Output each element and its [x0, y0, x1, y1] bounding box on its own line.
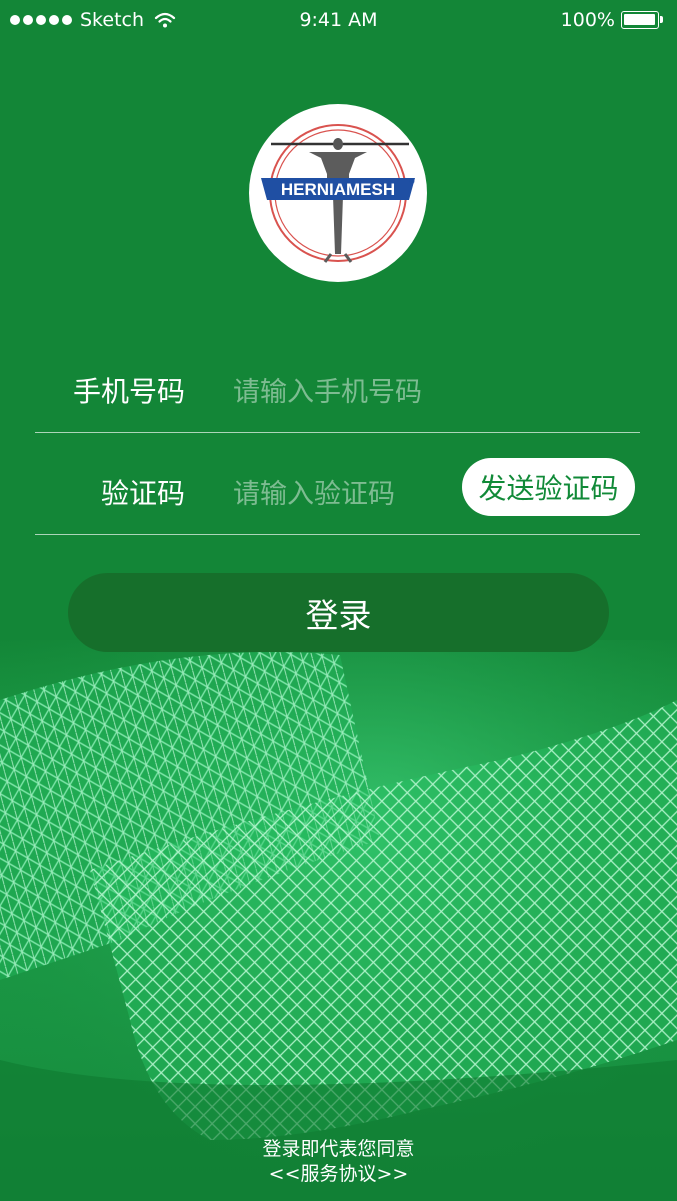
phone-row: 手机号码 [35, 332, 640, 433]
login-button[interactable]: 登录 [68, 573, 609, 652]
battery-fill [624, 14, 655, 25]
status-bar: Sketch 9:41 AM 100% [0, 0, 677, 40]
code-label: 验证码 [100, 477, 185, 510]
service-agreement-link[interactable]: <<服务协议>> [0, 1159, 677, 1186]
logo-registered-mark: ® [409, 178, 415, 186]
code-row: 验证码 发送验证码 [35, 434, 640, 535]
code-input[interactable] [233, 474, 473, 514]
phone-input[interactable] [233, 372, 473, 412]
status-right: 100% [561, 9, 663, 31]
mesh-background-image [0, 640, 677, 1201]
logo-brand-text: HERNIAMESH [281, 180, 395, 199]
battery-percent: 100% [560, 9, 615, 31]
agreement-text: 登录即代表您同意 [262, 1138, 415, 1160]
login-screen: Sketch 9:41 AM 100% HERNIAMESH ® 手机号码 请输… [0, 0, 677, 1201]
battery-icon [621, 11, 663, 29]
send-code-button[interactable]: 发送验证码 [462, 458, 635, 516]
phone-label: 手机号码 [72, 375, 185, 408]
herniamesh-logo: HERNIAMESH ® [249, 104, 427, 282]
